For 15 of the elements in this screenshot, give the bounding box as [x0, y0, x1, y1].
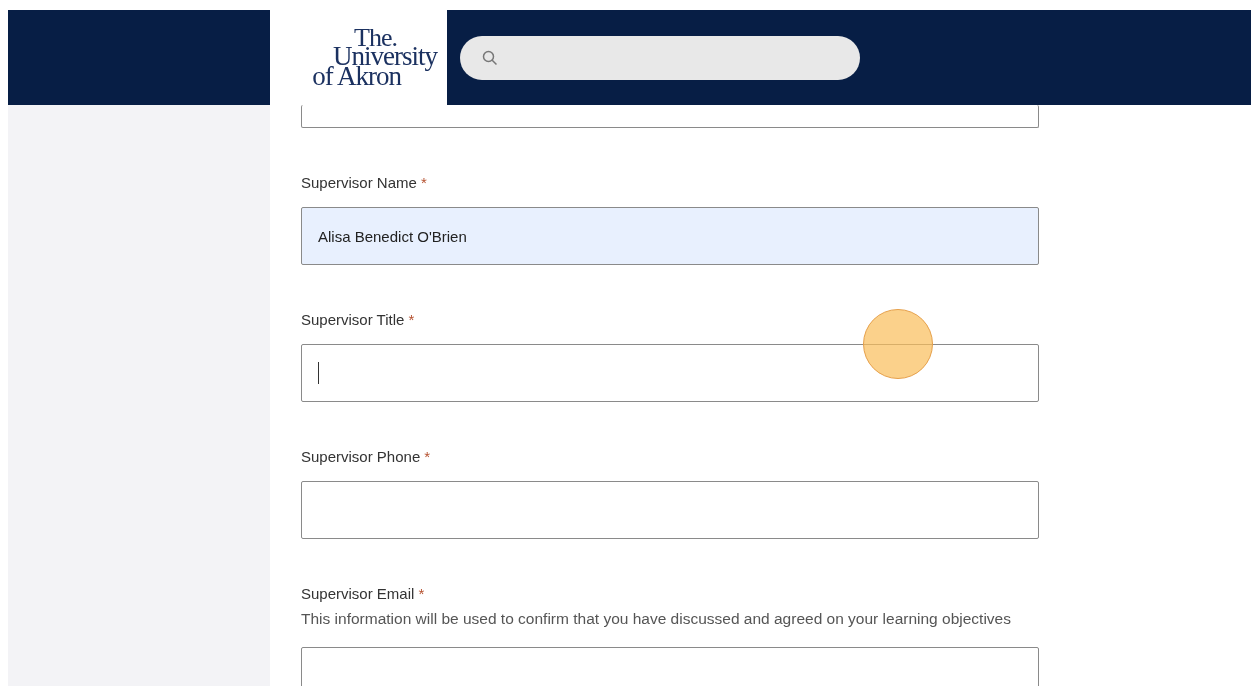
field-label: Supervisor Title * [301, 310, 416, 330]
logo[interactable]: The. University of Akron [270, 10, 447, 105]
field-label: Supervisor Email * [301, 584, 426, 604]
field-value: Alisa Benedict O'Brien [318, 227, 467, 245]
input-field[interactable] [301, 105, 1039, 128]
field-label: Supervisor Name * [301, 173, 428, 193]
text-cursor [318, 362, 319, 384]
input-field[interactable]: Alisa Benedict O'Brien [301, 207, 1039, 265]
search-icon [482, 49, 498, 66]
field-description: This information will be used to confirm that you have discussed and agreed on your learning objectives [301, 609, 1012, 629]
input-field[interactable] [301, 344, 1039, 402]
field-label: Supervisor Phone * [301, 447, 432, 467]
search-field[interactable] [460, 35, 860, 80]
logo-text: The. [354, 28, 397, 48]
input-field[interactable] [301, 481, 1039, 539]
